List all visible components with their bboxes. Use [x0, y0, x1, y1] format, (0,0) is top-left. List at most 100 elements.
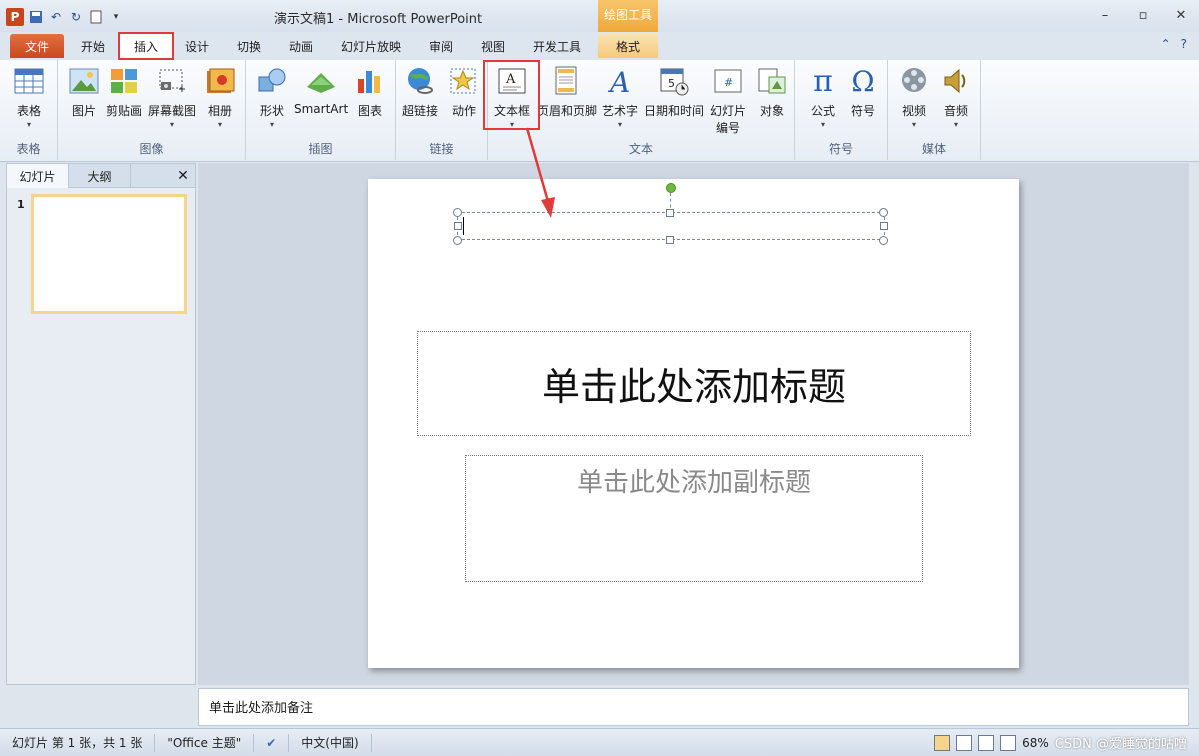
redo-icon[interactable]: ↻: [68, 9, 84, 25]
wordart-button[interactable]: A 艺术字 ▾: [602, 64, 638, 129]
resize-handle-right[interactable]: [880, 222, 888, 230]
clipart-button[interactable]: 剪贴画: [106, 64, 142, 119]
maximize-icon[interactable]: ▫: [1133, 6, 1153, 24]
close-icon[interactable]: ✕: [1171, 6, 1191, 24]
omega-icon: Ω: [851, 64, 875, 98]
window-controls: – ▫ ✕: [1095, 6, 1191, 24]
help-icon[interactable]: ?: [1181, 37, 1187, 51]
undo-icon[interactable]: ↶: [48, 9, 64, 25]
tab-insert[interactable]: 插入: [118, 32, 174, 60]
group-table: 表格 ▾ 表格: [0, 60, 58, 160]
svg-text:A: A: [607, 66, 630, 96]
tab-file[interactable]: 文件: [10, 34, 64, 58]
wordart-icon: A: [604, 64, 636, 98]
group-illustrations: 形状 ▾ SmartArt 图表 插图: [246, 60, 396, 160]
date-time-button[interactable]: 5 日期和时间: [644, 64, 704, 119]
normal-view-icon[interactable]: [934, 734, 951, 751]
resize-handle-top-left[interactable]: [453, 208, 462, 217]
svg-text:5: 5: [668, 77, 675, 90]
pi-icon: π: [813, 63, 833, 99]
smartart-button[interactable]: SmartArt: [294, 64, 348, 116]
symbol-button[interactable]: Ω 符号: [847, 64, 879, 119]
tab-slideshow[interactable]: 幻灯片放映: [339, 34, 403, 58]
tab-format[interactable]: 格式: [598, 34, 658, 58]
quick-access-toolbar: P ↶ ↻ ▾: [6, 7, 124, 27]
action-button[interactable]: 动作: [448, 64, 480, 119]
textbox-highlight-box: [483, 60, 540, 130]
reading-view-icon[interactable]: [978, 734, 995, 751]
panel-tabs: 幻灯片 大纲 ✕: [7, 164, 195, 188]
subtitle-placeholder[interactable]: 单击此处添加副标题: [465, 455, 923, 582]
header-footer-icon: [551, 64, 583, 98]
picture-icon: [68, 64, 100, 98]
svg-text:#: #: [724, 76, 733, 89]
picture-button[interactable]: 图片: [68, 64, 100, 119]
group-links: 超链接 动作 链接: [396, 60, 488, 160]
minimize-icon[interactable]: –: [1095, 6, 1115, 24]
video-button[interactable]: 视频 ▾: [898, 64, 930, 129]
status-bar: 幻灯片 第 1 张，共 1 张 "Office 主题" ✔ 中文(中国) 68%…: [0, 728, 1199, 756]
close-panel-icon[interactable]: ✕: [171, 164, 195, 187]
ribbon-help-controls: ⌃ ?: [1161, 37, 1187, 51]
group-images: 图片 剪贴画 屏幕截图 ▾ 相册 ▾ 图像: [58, 60, 246, 160]
clipart-icon: [108, 64, 140, 98]
table-button[interactable]: 表格 ▾: [13, 64, 45, 129]
language[interactable]: 中文(中国): [289, 733, 372, 752]
resize-handle-top-right[interactable]: [879, 208, 888, 217]
action-star-icon: [448, 64, 480, 98]
audio-button[interactable]: 音频 ▾: [940, 64, 972, 129]
title-bar: P ↶ ↻ ▾ 演示文稿1 - Microsoft PowerPoint 绘图工…: [0, 0, 1199, 32]
tab-animations[interactable]: 动画: [286, 34, 316, 58]
spellcheck-icon[interactable]: ✔: [254, 733, 290, 752]
dropdown-arrow-icon: ▾: [217, 120, 222, 129]
rotation-handle[interactable]: [666, 183, 676, 193]
object-button[interactable]: 对象: [756, 64, 788, 119]
resize-handle-bottom-left[interactable]: [453, 236, 462, 245]
tab-design[interactable]: 设计: [182, 34, 212, 58]
ribbon-tabs: 文件 开始 插入 设计 切换 动画 幻灯片放映 审阅 视图 开发工具 格式 ⌃ …: [0, 32, 1199, 60]
screenshot-icon: [156, 64, 188, 98]
tab-transitions[interactable]: 切换: [234, 34, 264, 58]
watermark: CSDN @爱睡觉的咕噜: [1054, 737, 1187, 752]
tab-view[interactable]: 视图: [478, 34, 508, 58]
slide-sorter-icon[interactable]: [956, 734, 973, 751]
slideshow-view-icon[interactable]: [1000, 734, 1017, 751]
slide-thumbnail[interactable]: [31, 194, 187, 314]
tab-slides[interactable]: 幻灯片: [7, 164, 69, 188]
group-symbols: π 公式 ▾ Ω 符号 符号: [795, 60, 888, 160]
customize-qat-icon[interactable]: ▾: [108, 9, 124, 25]
notes-pane[interactable]: 单击此处添加备注: [198, 688, 1189, 726]
resize-handle-top[interactable]: [666, 209, 674, 217]
powerpoint-logo-icon[interactable]: P: [6, 8, 24, 26]
tab-home[interactable]: 开始: [78, 34, 108, 58]
resize-handle-left[interactable]: [454, 222, 462, 230]
resize-handle-bottom[interactable]: [666, 236, 674, 244]
dropdown-arrow-icon: ▾: [618, 120, 623, 129]
tab-review[interactable]: 审阅: [426, 34, 456, 58]
dropdown-arrow-icon: ▾: [26, 120, 31, 129]
speaker-icon: [940, 64, 972, 98]
shapes-button[interactable]: 形状 ▾: [256, 64, 288, 129]
zoom-level[interactable]: 68%: [1022, 736, 1049, 750]
tab-outline[interactable]: 大纲: [69, 164, 131, 188]
chart-button[interactable]: 图表: [354, 64, 386, 119]
screenshot-button[interactable]: 屏幕截图 ▾: [148, 64, 196, 129]
slide-number-button[interactable]: # 幻灯片 编号: [710, 64, 746, 136]
smartart-icon: [305, 64, 337, 98]
photo-album-button[interactable]: 相册 ▾: [204, 64, 236, 129]
collapse-ribbon-icon[interactable]: ⌃: [1161, 37, 1171, 51]
title-placeholder[interactable]: 单击此处添加标题: [417, 331, 971, 436]
window-title: 演示文稿1 - Microsoft PowerPoint: [274, 12, 483, 27]
tab-developer[interactable]: 开发工具: [529, 34, 585, 58]
save-icon[interactable]: [28, 9, 44, 25]
hyperlink-button[interactable]: 超链接: [402, 64, 438, 119]
shapes-icon: [256, 64, 288, 98]
header-footer-button[interactable]: 页眉和页脚: [537, 64, 597, 119]
dropdown-arrow-icon: ▾: [953, 120, 958, 129]
dropdown-arrow-icon: ▾: [911, 120, 916, 129]
equation-button[interactable]: π 公式 ▾: [807, 63, 839, 130]
new-doc-icon[interactable]: [88, 9, 104, 25]
resize-handle-bottom-right[interactable]: [879, 236, 888, 245]
calendar-clock-icon: 5: [658, 64, 690, 98]
photo-album-icon: [204, 64, 236, 98]
